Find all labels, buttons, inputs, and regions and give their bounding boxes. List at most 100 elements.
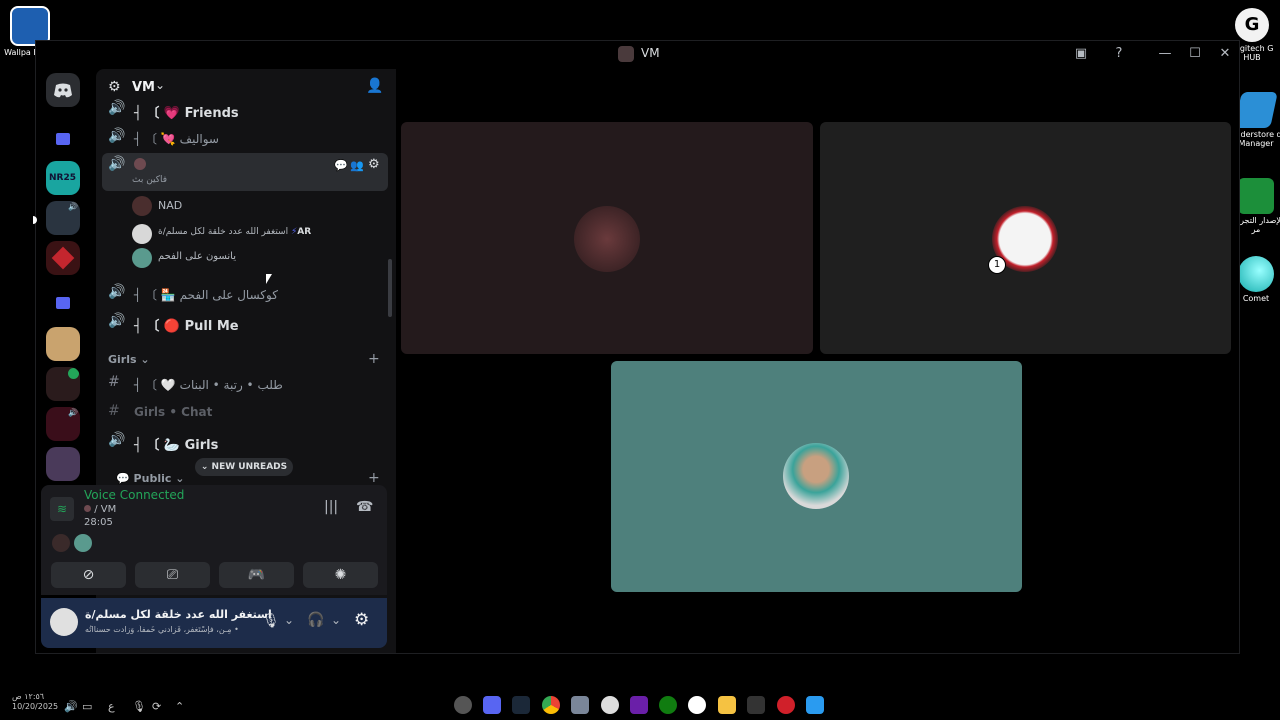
channel-prefix: ┤ 〔 [134, 132, 158, 146]
voice-channel-icon: 🔊 [108, 284, 126, 300]
chevron-down-icon[interactable]: ⌄ [284, 613, 294, 627]
server-icon-rmh[interactable]: 🔊 [46, 407, 80, 441]
voice-channel-icon: 🔊 [108, 313, 126, 329]
channel-active[interactable]: 🔊 فاكين بث 💬 👥 ⚙ [102, 153, 388, 191]
mic-tray-icon[interactable]: 🎙 [132, 700, 146, 713]
server-folder-1[interactable] [46, 123, 80, 157]
taskbar-steam-icon[interactable] [512, 696, 530, 714]
category-girls[interactable]: Girls ⌄ [108, 353, 150, 366]
taskbar-discord-icon[interactable] [483, 696, 501, 714]
chevron-down-icon: ⌄ [200, 462, 212, 472]
soundboard-button[interactable]: ✺ [303, 562, 378, 588]
channel-prefix: ┤ 〔 [134, 319, 160, 334]
signal-icon[interactable]: ≋ [50, 497, 74, 521]
category-public[interactable]: 💬 Public ⌄ [116, 472, 184, 485]
chevron-down-icon: ⌄ [140, 353, 150, 366]
channel-girls-voice[interactable]: 🔊 ┤ 〔 🦢 Girls [108, 429, 386, 453]
taskbar-start-icon[interactable] [806, 696, 824, 714]
live-badge-icon [68, 368, 79, 379]
chat-icon[interactable]: 💬 [334, 159, 348, 172]
taskbar-app-11-icon[interactable] [747, 696, 765, 714]
taskbar-chrome-icon[interactable] [542, 696, 560, 714]
taskbar-explorer-icon[interactable] [718, 696, 736, 714]
channel-pull-me[interactable]: 🔊 ┤ 〔 🔴 Pull Me [108, 310, 386, 334]
settings-gear-icon[interactable]: ⚙ [368, 157, 380, 172]
show-hidden-icons[interactable]: ⌃ [175, 700, 184, 713]
minimize-button[interactable]: — [1154, 44, 1176, 64]
settings-gear-icon[interactable]: ⚙ [354, 610, 369, 630]
disconnect-icon[interactable]: ☎ [356, 499, 373, 515]
user-avatar[interactable] [50, 608, 78, 636]
voice-user-3[interactable]: يانسون على الفحم [132, 247, 382, 269]
channel-label: Girls • Chat [134, 405, 213, 419]
logitech-g-icon: G [1235, 8, 1269, 42]
taskbar-app-12-icon[interactable] [777, 696, 795, 714]
network-icon[interactable]: ▭ [82, 700, 92, 713]
voice-channel-icon: 🔊 [108, 432, 126, 448]
taskbar-app-1-icon[interactable] [454, 696, 472, 714]
taskbar-xbox-icon[interactable] [659, 696, 677, 714]
channel-koksal[interactable]: 🔊 ┤ 〔 🏪 كوكسال على الفحم [108, 281, 386, 305]
sync-tray-icon[interactable]: ⟳ [152, 700, 161, 713]
screen-share-button[interactable]: ⎚ [135, 562, 210, 588]
new-unreads-button[interactable]: ⌄ NEW UNREADS [195, 458, 293, 476]
channel-emoji: 🤍 [160, 378, 176, 392]
windows-taskbar: ١٢:٥٦ ص 10/20/2025 🔊 ▭ ع 🎙 ⟳ ⌃ [0, 688, 1280, 720]
category-label: Girls [108, 353, 137, 366]
voice-channel-label: / VM [94, 504, 117, 515]
taskbar-settings-icon[interactable] [571, 696, 589, 714]
video-tile-2[interactable]: 1 [820, 122, 1231, 354]
clock[interactable]: ١٢:٥٦ ص 10/20/2025 [12, 692, 58, 712]
server-icon-beard[interactable] [46, 447, 80, 481]
activity-button[interactable]: 🎮 [219, 562, 294, 588]
language-indicator[interactable]: ع [108, 700, 115, 713]
voice-channel-path: / VM [84, 504, 116, 515]
add-member-icon[interactable]: 👤 [366, 78, 383, 94]
voice-user-nad[interactable]: NAD [132, 195, 382, 217]
camera-off-button[interactable]: ⊘ [51, 562, 126, 588]
channel-subtitle: فاكين بث [132, 175, 168, 185]
soundboard-icon: ✺ [334, 567, 347, 583]
avatar [132, 196, 152, 216]
maximize-button[interactable]: ☐ [1184, 44, 1206, 64]
help-icon[interactable]: ? [1108, 44, 1130, 64]
voice-user-name: NAD [158, 199, 183, 212]
channel-friends[interactable]: 🔊 ┤ 〔 💗 Friends [108, 97, 386, 121]
taskbar-app-6-icon[interactable] [601, 696, 619, 714]
scrollbar-thumb[interactable] [388, 259, 392, 317]
microphone-icon[interactable]: 🎙 [262, 613, 280, 629]
voice-status[interactable]: Voice Connected [84, 488, 184, 502]
voice-user-2[interactable]: استغفر الله عدد خلقة لكل مسلم/ة ⚡AR [132, 223, 382, 245]
inbox-icon[interactable]: ▣ [1070, 44, 1092, 64]
server-icon-live[interactable] [46, 367, 80, 401]
channel-girls-request[interactable]: # ┤ 〔 🤍 طلب • رتبة • البنات [108, 371, 386, 395]
text-channel-icon: # [108, 403, 120, 419]
channel-prefix: ┤ 〔 [134, 378, 158, 392]
video-tile-3[interactable] [611, 361, 1022, 592]
noise-suppression-icon[interactable]: ||| [324, 499, 338, 515]
channel-girls-chat[interactable]: # Girls • Chat [108, 400, 386, 424]
taskbar-app-9-icon[interactable] [688, 696, 706, 714]
chevron-down-icon[interactable]: ⌄ [331, 613, 341, 627]
server-folder-2[interactable] [46, 287, 80, 321]
thunderstore-icon [1234, 92, 1278, 128]
add-channel-icon[interactable]: + [368, 470, 380, 486]
avatar [132, 248, 152, 268]
volume-icon[interactable]: 🔊 [64, 700, 78, 713]
server-icon-dark[interactable]: 🔊 [46, 201, 80, 235]
channel-avatar [134, 158, 146, 170]
add-channel-icon[interactable]: + [368, 351, 380, 367]
server-icon-r25[interactable]: NR25 [46, 161, 80, 195]
server-icon-red[interactable] [46, 241, 80, 275]
add-user-icon[interactable]: 👥 [350, 159, 364, 172]
server-icon-face[interactable] [46, 327, 80, 361]
user-name[interactable]: استغفر الله عدد خلقة لكل مسلم/ة [85, 608, 272, 621]
discord-home-button[interactable] [46, 73, 80, 107]
video-tile-1[interactable] [401, 122, 813, 354]
taskbar-next-icon[interactable] [630, 696, 648, 714]
headphones-icon[interactable]: 🎧 [307, 612, 324, 628]
channel-swalif[interactable]: 🔊 ┤ 〔 💘 سواليف [108, 125, 386, 149]
speaker-icon: 🔊 [68, 408, 78, 417]
title-bar: VM ▣ ? — ☐ ✕ [36, 41, 1239, 67]
close-button[interactable]: ✕ [1214, 44, 1236, 64]
